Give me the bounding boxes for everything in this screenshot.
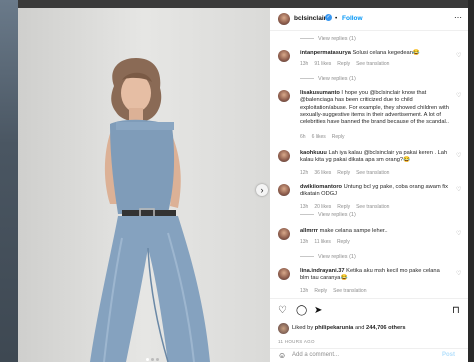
- background-previous-post: [0, 0, 18, 362]
- heart-icon[interactable]: ♡: [278, 305, 287, 316]
- emoji-icon[interactable]: ☺: [278, 351, 286, 360]
- reply-button[interactable]: Reply: [337, 204, 350, 210]
- see-translation-link[interactable]: See translation: [333, 288, 366, 294]
- likes-summary: Liked by philipekarunia and 244,706 othe…: [292, 325, 406, 331]
- comment-meta: 13h 11 likes Reply: [300, 239, 356, 245]
- comment-avatar[interactable]: [278, 184, 290, 196]
- post-header: bclsinclair ✓ • Follow ⋯: [270, 8, 468, 31]
- comment-text: lina.indrayani.37 Ketika aku msh kecil m…: [300, 268, 450, 283]
- more-horizontal-icon[interactable]: ⋯: [454, 13, 462, 22]
- author-username[interactable]: bclsinclair: [294, 15, 326, 22]
- view-replies-link[interactable]: View replies (1): [300, 76, 356, 82]
- comment-likes[interactable]: 11 likes: [314, 239, 331, 245]
- view-replies-link[interactable]: View replies (1): [300, 254, 356, 260]
- comment-meta: 6h 6 likes Reply: [300, 134, 351, 140]
- verified-badge-icon: ✓: [325, 14, 332, 21]
- reply-button[interactable]: Reply: [332, 134, 345, 140]
- comment-likes[interactable]: 36 likes: [314, 170, 331, 176]
- background-next-post: [468, 0, 474, 362]
- comments-panel: bclsinclair ✓ • Follow ⋯ View replies (1…: [270, 8, 468, 362]
- comment-age: 13h: [300, 61, 309, 67]
- like-comment-icon[interactable]: ♡: [456, 152, 461, 159]
- liked-by-prefix: Liked by: [292, 325, 314, 331]
- carousel-dot: [156, 358, 159, 361]
- see-translation-link[interactable]: See translation: [356, 204, 389, 210]
- author-avatar[interactable]: [278, 13, 290, 25]
- view-replies-link[interactable]: View replies (1): [300, 212, 356, 218]
- reply-button[interactable]: Reply: [337, 61, 350, 67]
- comment-username[interactable]: lina.indrayani.37: [300, 268, 345, 274]
- comment-avatar[interactable]: [278, 90, 290, 102]
- add-comment-bar: ☺ Add a comment... Post: [270, 348, 468, 362]
- reply-button[interactable]: Reply: [337, 239, 350, 245]
- comment-username[interactable]: lisakusumanto: [300, 90, 340, 96]
- liked-and-text: and: [354, 325, 365, 331]
- comment-age: 6h: [300, 134, 306, 140]
- post-time-ago: 11 HOURS AGO: [278, 339, 315, 344]
- comment-text: allmrrr make celana sampe leher..: [300, 228, 450, 235]
- post-photo[interactable]: ‹ ›: [18, 8, 270, 362]
- see-translation-link[interactable]: See translation: [356, 170, 389, 176]
- carousel-dots: [146, 348, 161, 362]
- liked-by-user[interactable]: philipekarunia: [315, 325, 354, 331]
- liked-by-avatar: [278, 323, 289, 334]
- comment-body: make celana sampe leher..: [319, 228, 388, 234]
- comment-username[interactable]: allmrrr: [300, 228, 318, 234]
- comment-age: 13h: [300, 288, 309, 294]
- comment-text: kaohkuuu Lah iya kalau @bclsinclair ya p…: [300, 150, 450, 165]
- add-comment-input[interactable]: Add a comment...: [292, 352, 339, 358]
- share-icon[interactable]: ➤: [314, 305, 322, 316]
- reply-button[interactable]: Reply: [314, 288, 327, 294]
- comment-icon[interactable]: ◯: [296, 305, 307, 316]
- like-comment-icon[interactable]: ♡: [456, 92, 461, 99]
- view-replies-link[interactable]: View replies (1): [300, 36, 356, 42]
- comment-username[interactable]: dwikiiomantoro: [300, 184, 342, 190]
- post-actions-bar: ♡ ◯ ➤ ⊓ Liked by philipekarunia and 244,…: [270, 298, 468, 349]
- follow-button[interactable]: Follow: [342, 15, 363, 22]
- carousel-dot: [151, 358, 154, 361]
- comment-text: intanpermatasurya Solusi celana kegedean…: [300, 50, 450, 57]
- comment-avatar[interactable]: [278, 50, 290, 62]
- comment-age: 13h: [300, 239, 309, 245]
- header-separator: •: [335, 15, 338, 22]
- comment-username[interactable]: intanpermatasurya: [300, 50, 351, 56]
- comment-meta: 12h 36 likes Reply See translation: [300, 170, 395, 176]
- comment-meta: 13h Reply See translation: [300, 288, 373, 294]
- comment-meta: 13h 20 likes Reply See translation: [300, 204, 395, 210]
- post-modal: ‹ › bclsinclair ✓ • Follow ⋯ View replie…: [0, 0, 474, 362]
- comment-username[interactable]: kaohkuuu: [300, 150, 327, 156]
- like-comment-icon[interactable]: ♡: [456, 270, 461, 277]
- comment-avatar[interactable]: [278, 268, 290, 280]
- likes-count[interactable]: 244,706 others: [366, 325, 406, 331]
- like-comment-icon[interactable]: ♡: [456, 186, 461, 193]
- bookmark-icon[interactable]: ⊓: [452, 305, 460, 316]
- woman-in-denim-illustration: [90, 58, 210, 362]
- next-photo-icon[interactable]: ›: [256, 184, 268, 196]
- comment-likes[interactable]: 6 likes: [312, 134, 326, 140]
- see-translation-link[interactable]: See translation: [356, 61, 389, 67]
- comment-age: 12h: [300, 170, 309, 176]
- comment-text: dwikiiomantoro Untung bcl yg pake, coba …: [300, 184, 450, 199]
- comment-likes[interactable]: 91 likes: [314, 61, 331, 67]
- comment-avatar[interactable]: [278, 228, 290, 240]
- like-comment-icon[interactable]: ♡: [456, 230, 461, 237]
- comment-body: Solusi celana kegedean😂: [352, 50, 420, 56]
- post-comment-button[interactable]: Post: [442, 352, 455, 358]
- comment-age: 13h: [300, 204, 309, 210]
- like-comment-icon[interactable]: ♡: [456, 52, 461, 59]
- carousel-dot: [146, 358, 149, 361]
- comment-text: lisakusumanto I hope you @bclsinclair kn…: [300, 90, 450, 126]
- comment-likes[interactable]: 20 likes: [314, 204, 331, 210]
- comment-meta: 13h 91 likes Reply See translation: [300, 61, 395, 67]
- reply-button[interactable]: Reply: [337, 170, 350, 176]
- comment-avatar[interactable]: [278, 150, 290, 162]
